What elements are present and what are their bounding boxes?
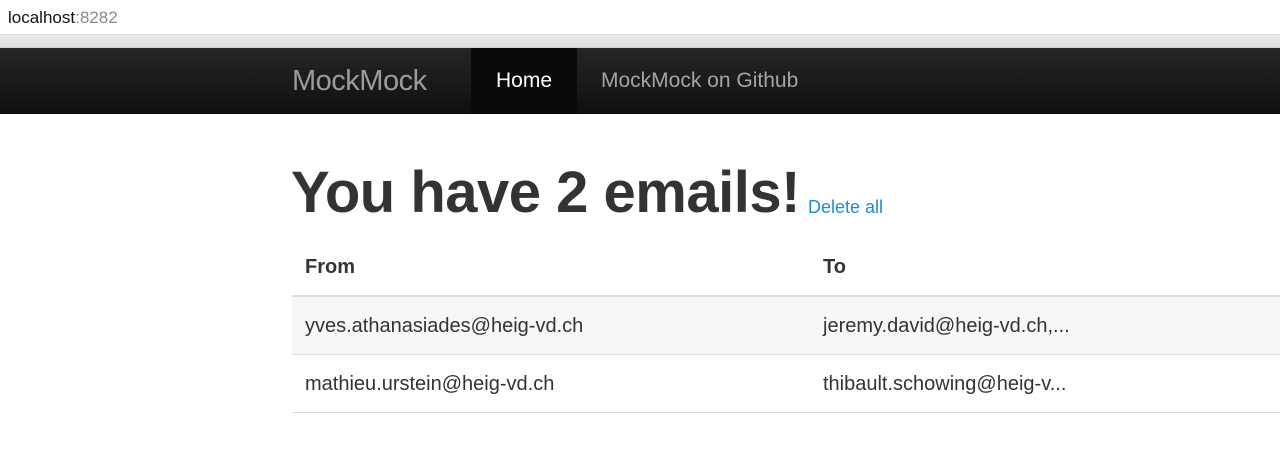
- email-to-cell: thibault.schowing@heig-v...: [823, 373, 1067, 395]
- navbar-brand-link[interactable]: MockMock: [292, 65, 427, 97]
- column-header-from: From: [305, 256, 355, 278]
- url-host: localhost: [8, 8, 76, 27]
- page-title: You have 2 emails!: [291, 160, 800, 225]
- navbar: MockMock Home MockMock on Github: [0, 48, 1280, 114]
- table-row[interactable]: yves.athanasiades@heig-vd.ch jeremy.davi…: [292, 297, 1280, 355]
- browser-chrome-divider: [0, 35, 1280, 48]
- table-row[interactable]: mathieu.urstein@heig-vd.ch thibault.scho…: [292, 355, 1280, 413]
- address-url[interactable]: localhost:8282: [8, 8, 118, 28]
- email-from-cell: mathieu.urstein@heig-vd.ch: [305, 373, 555, 395]
- email-to-cell: jeremy.david@heig-vd.ch,...: [823, 315, 1070, 337]
- email-from-cell: yves.athanasiades@heig-vd.ch: [305, 315, 584, 337]
- emails-table: From To yves.athanasiades@heig-vd.ch jer…: [292, 238, 1280, 413]
- nav-github-link[interactable]: MockMock on Github: [601, 48, 798, 114]
- nav-home-link[interactable]: Home: [471, 48, 577, 114]
- table-header: From To: [292, 238, 1280, 297]
- browser-address-bar[interactable]: localhost:8282: [0, 0, 1280, 35]
- delete-all-link[interactable]: Delete all: [808, 196, 883, 218]
- url-port: :8282: [75, 8, 118, 27]
- column-header-to: To: [823, 256, 846, 278]
